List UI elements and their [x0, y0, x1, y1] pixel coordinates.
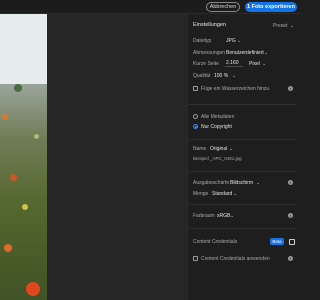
export-button[interactable]: 1 Foto exportieren	[245, 2, 297, 12]
divider	[189, 104, 297, 105]
dimensions-label: Abmessungen	[193, 50, 225, 56]
watermark-checkbox[interactable]	[193, 86, 198, 91]
info-icon[interactable]: i	[288, 180, 293, 185]
photo-flower	[22, 204, 28, 210]
divider	[189, 139, 297, 140]
name-label: Name	[193, 146, 207, 152]
sharpening-dropdown[interactable]: Bildschirm	[230, 180, 253, 186]
preset-dropdown[interactable]: Preset	[273, 23, 287, 29]
photo-flower	[10, 174, 17, 181]
name-dropdown[interactable]: Original	[210, 146, 227, 152]
metadata-copyright-label: Nur Copyright	[201, 124, 232, 130]
amount-label: Menge	[193, 191, 209, 197]
cancel-button[interactable]: Abbrechen	[206, 2, 240, 12]
chevron-down-icon: ⌄	[290, 23, 295, 29]
quality-label: Qualität	[193, 73, 211, 79]
filetype-dropdown[interactable]: JPG	[226, 38, 236, 44]
quality-dropdown[interactable]: 100 %	[214, 73, 228, 79]
long-side-value: 2.160	[226, 60, 239, 66]
chevron-down-icon: ⌄	[262, 61, 267, 67]
chevron-down-icon: ⌄	[230, 213, 235, 219]
example-label: Beispiel	[193, 156, 209, 161]
metadata-copyright-radio[interactable]	[193, 124, 198, 129]
credentials-apply-label: Content Credentials anwenden	[201, 256, 270, 262]
beta-badge: Beta	[270, 238, 284, 245]
info-icon[interactable]: i	[288, 256, 293, 261]
divider	[189, 204, 297, 205]
chevron-down-icon: ⌄	[256, 180, 261, 186]
watermark-label: Füge ein Wasserzeichen hinzu	[201, 86, 270, 92]
photo-sky	[0, 14, 47, 84]
divider	[189, 171, 297, 172]
credentials-label: Content Credentials	[193, 239, 238, 245]
panel-title: Einstellungen	[193, 22, 227, 28]
long-side-input[interactable]: 2.160	[225, 60, 243, 67]
info-icon[interactable]: i	[288, 86, 293, 91]
dimensions-dropdown[interactable]: Benutzerdefiniert	[226, 50, 264, 56]
photo-flower	[14, 84, 22, 92]
divider	[189, 228, 297, 229]
amount-dropdown[interactable]: Standard	[212, 191, 232, 197]
preview-canvas	[47, 14, 187, 300]
filetype-label: Dateityp	[193, 38, 212, 44]
unit-dropdown[interactable]: Pixel	[249, 61, 260, 67]
photo-flower	[26, 282, 40, 296]
external-link-icon[interactable]	[289, 239, 295, 245]
photo-flower	[2, 114, 8, 120]
chevron-down-icon: ⌄	[232, 73, 237, 79]
colorspace-label: Farbraum	[193, 213, 215, 219]
metadata-all-label: Alle Metadaten	[201, 114, 235, 120]
photo-flower	[4, 244, 12, 252]
chevron-down-icon: ⌄	[233, 191, 238, 197]
sharpening-label: Ausgabeschärfe	[193, 180, 230, 186]
chevron-down-icon: ⌄	[229, 146, 234, 152]
photo-preview	[0, 14, 47, 300]
metadata-all-radio[interactable]	[193, 114, 198, 119]
chevron-down-icon: ⌄	[237, 38, 242, 44]
long-side-label: Kurze Seite	[193, 61, 219, 67]
top-bar: Abbrechen 1 Foto exportieren	[0, 0, 300, 14]
credentials-checkbox[interactable]	[193, 256, 198, 261]
chevron-down-icon: ⌄	[264, 50, 269, 56]
colorspace-dropdown[interactable]: sRGB	[217, 213, 230, 219]
info-icon[interactable]: i	[288, 213, 293, 218]
photo-flower	[34, 134, 39, 139]
example-filename: _APC_0491.jpg	[210, 156, 242, 161]
